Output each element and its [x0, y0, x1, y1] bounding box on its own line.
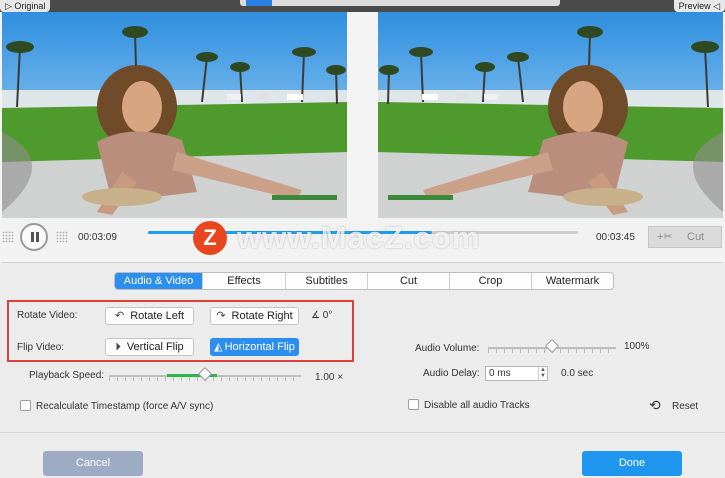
cancel-button[interactable]: Cancel	[43, 451, 143, 476]
flip-video-label: Flip Video:	[17, 342, 65, 353]
cut-button[interactable]: +✂ Cut	[648, 226, 722, 248]
total-time: 00:03:45	[596, 232, 635, 243]
reset-icon[interactable]: ⟲	[649, 397, 661, 414]
audio-delay-input[interactable]: 0 ms ▲ ▼	[485, 366, 548, 381]
tab-cut[interactable]: Cut	[368, 273, 450, 289]
done-button[interactable]: Done	[582, 451, 682, 476]
watermark-text: www.MacZ.com	[237, 220, 481, 255]
recalculate-timestamp-label: Recalculate Timestamp (force A/V sync)	[36, 401, 214, 412]
rotate-ccw-icon: ↶	[114, 310, 125, 322]
vertical-flip-icon: ⏵	[115, 341, 121, 353]
rotate-cw-icon: ↷	[216, 310, 226, 322]
scissors-icon: +✂	[657, 231, 673, 243]
site-watermark: Z www.MacZ.com	[193, 218, 480, 258]
tab-watermark[interactable]: Watermark	[532, 273, 613, 289]
video-track-chip	[246, 0, 272, 6]
settings-panel: Audio & Video Effects Subtitles Cut Crop…	[2, 262, 723, 432]
video-area: ▷ Original Preview ◁ 00:03:09 00:03:45 +…	[0, 0, 725, 262]
pause-button[interactable]	[20, 223, 48, 251]
tab-effects[interactable]: Effects	[203, 273, 286, 289]
rotate-right-button[interactable]: ↷ Rotate Right	[210, 307, 299, 325]
rotate-left-button[interactable]: ↶ Rotate Left	[105, 307, 194, 325]
preview-video-frame	[378, 12, 723, 218]
disable-audio-tracks-checkbox[interactable]	[408, 399, 419, 410]
angle-icon: ∡	[311, 310, 323, 321]
video-track-select[interactable]	[240, 0, 560, 6]
audio-delay-label: Audio Delay:	[423, 368, 480, 379]
audio-delay-seconds: 0.0 sec	[561, 368, 594, 379]
top-toolbar-strip	[0, 0, 725, 12]
tab-crop[interactable]: Crop	[450, 273, 532, 289]
audio-delay-stepper[interactable]: ▲ ▼	[538, 367, 547, 380]
watermark-logo: Z	[193, 221, 227, 255]
tab-audio-video[interactable]: Audio & Video	[115, 273, 203, 289]
original-label: ▷ Original	[0, 0, 51, 12]
drag-handle-left-icon[interactable]	[2, 231, 14, 243]
playback-speed-label: Playback Speed:	[29, 370, 105, 381]
dialog-footer: Cancel Done	[0, 432, 725, 478]
settings-tabs: Audio & Video Effects Subtitles Cut Crop…	[114, 272, 614, 290]
reset-button[interactable]: Reset	[672, 401, 698, 412]
horizontal-flip-button[interactable]: ◭ Horizontal Flip	[210, 338, 299, 356]
current-time: 00:03:09	[78, 232, 117, 243]
rotation-angle: ∡ 0°	[311, 310, 333, 321]
disable-audio-tracks-label: Disable all audio Tracks	[424, 400, 530, 411]
rotate-video-label: Rotate Video:	[17, 310, 78, 321]
drag-handle-icon[interactable]	[56, 231, 68, 243]
recalculate-timestamp-checkbox[interactable]	[20, 400, 31, 411]
vertical-flip-button[interactable]: ⏵ Vertical Flip	[105, 338, 194, 356]
audio-volume-value: 100%	[624, 341, 650, 352]
horizontal-flip-icon: ◭	[214, 341, 223, 353]
original-video-frame	[2, 12, 347, 218]
playback-speed-value: 1.00 ×	[315, 372, 344, 383]
audio-volume-label: Audio Volume:	[415, 343, 480, 354]
tab-subtitles[interactable]: Subtitles	[286, 273, 368, 289]
preview-label: Preview ◁	[673, 0, 725, 12]
